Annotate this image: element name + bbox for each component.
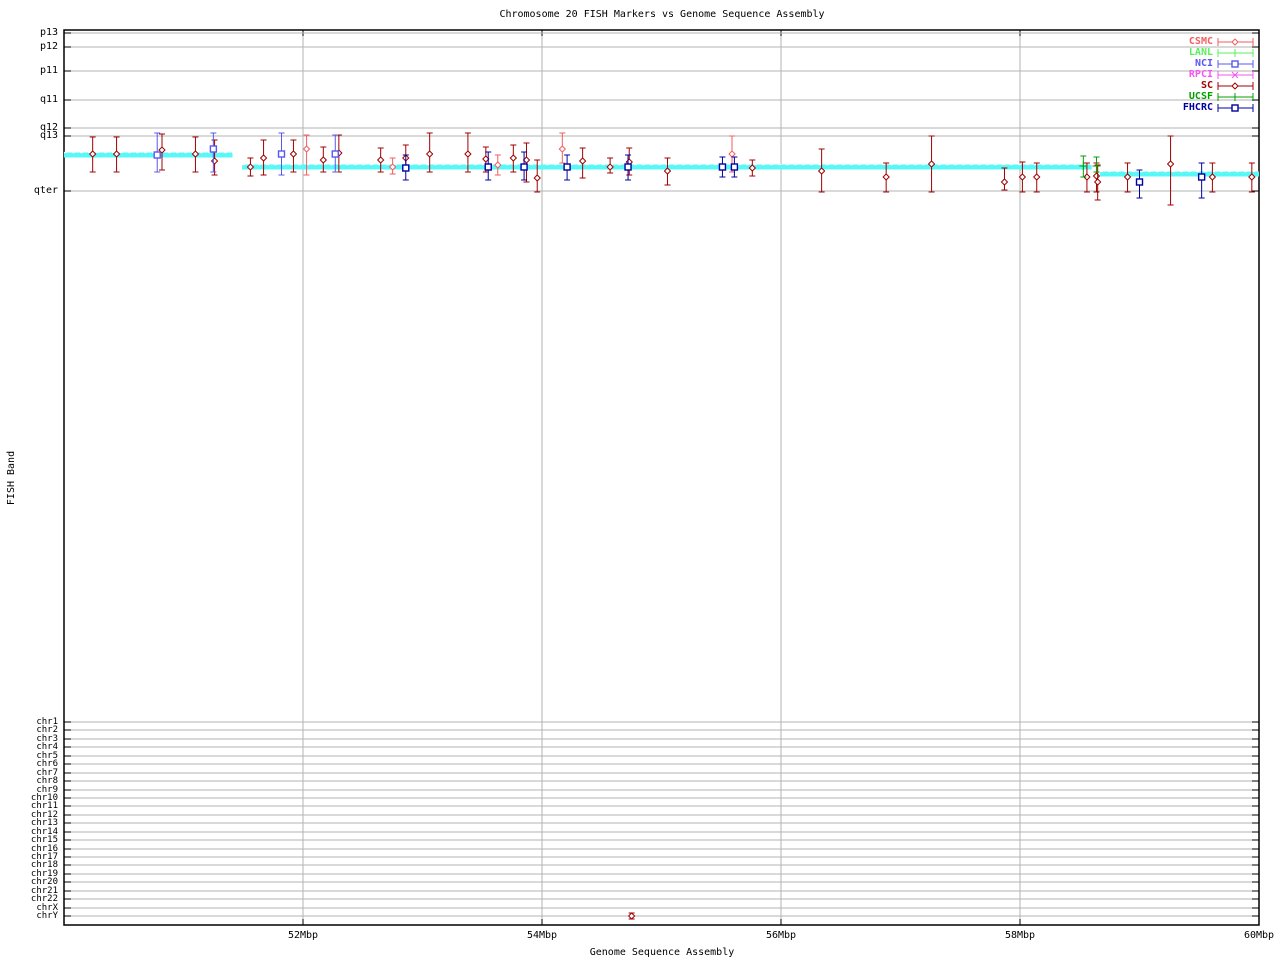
- diamond-marker-icon: [465, 151, 471, 157]
- x-tick-label: 54Mbp: [512, 931, 572, 941]
- diamond-marker-icon: [212, 158, 218, 164]
- diamond-marker-icon: [1168, 161, 1174, 167]
- square-marker-icon: [332, 151, 338, 157]
- diamond-marker-icon: [320, 157, 326, 163]
- band-label-q11: q11: [0, 95, 58, 105]
- square-marker-icon: [625, 164, 631, 170]
- square-marker-icon: [278, 151, 284, 157]
- square-marker-icon: [1137, 179, 1143, 185]
- diamond-marker-icon: [559, 146, 565, 152]
- square-marker-icon: [485, 164, 491, 170]
- diamond-marker-icon: [1095, 179, 1101, 185]
- square-marker-icon: [1232, 61, 1238, 67]
- diamond-marker-icon: [290, 151, 296, 157]
- legend-label-lanl: LANL: [1123, 48, 1213, 58]
- square-marker-icon: [210, 146, 216, 152]
- diamond-marker-icon: [1232, 39, 1238, 45]
- diamond-marker-icon: [304, 146, 310, 152]
- diamond-marker-icon: [729, 151, 735, 157]
- band-label-p13: p13: [0, 28, 58, 38]
- diamond-marker-icon: [629, 913, 635, 919]
- x-tick-label: 56Mbp: [751, 931, 811, 941]
- x-tick-label: 52Mbp: [273, 931, 333, 941]
- y-axis-title: FISH Band: [7, 451, 17, 505]
- band-label-p12: p12: [0, 42, 58, 52]
- legend-label-nci: NCI: [1123, 59, 1213, 69]
- plot-area: [0, 0, 1280, 960]
- x-tick-label: 60Mbp: [1229, 931, 1280, 941]
- legend-label-sc: SC: [1123, 81, 1213, 91]
- square-marker-icon: [1232, 105, 1238, 111]
- diamond-marker-icon: [1093, 173, 1099, 179]
- x-tick-label: 58Mbp: [990, 931, 1050, 941]
- square-marker-icon: [521, 164, 527, 170]
- band-label-q13: q13: [0, 131, 58, 141]
- diamond-marker-icon: [378, 157, 384, 163]
- diamond-marker-icon: [1232, 83, 1238, 89]
- diamond-marker-icon: [261, 155, 267, 161]
- diamond-marker-icon: [1034, 174, 1040, 180]
- chart-title: Chromosome 20 FISH Markers vs Genome Seq…: [262, 10, 1062, 20]
- diamond-marker-icon: [883, 174, 889, 180]
- band-label-p11: p11: [0, 66, 58, 76]
- diamond-marker-icon: [580, 158, 586, 164]
- plus-marker-icon: [1231, 49, 1239, 57]
- band-label-qter: qter: [0, 186, 58, 196]
- legend-label-fhcrc: FHCRC: [1123, 103, 1213, 113]
- square-marker-icon: [1199, 174, 1205, 180]
- diamond-marker-icon: [1001, 179, 1007, 185]
- square-marker-icon: [154, 152, 160, 158]
- square-marker-icon: [719, 164, 725, 170]
- square-marker-icon: [731, 164, 737, 170]
- legend-label-ucsf: UCSF: [1123, 92, 1213, 102]
- diamond-marker-icon: [427, 151, 433, 157]
- x-axis-title: Genome Sequence Assembly: [262, 948, 1062, 958]
- legend-label-csmc: CSMC: [1123, 37, 1213, 47]
- chart-canvas: Chromosome 20 FISH Markers vs Genome Seq…: [0, 0, 1280, 960]
- chrom-label-chrY: chrY: [0, 912, 58, 921]
- diamond-marker-icon: [534, 175, 540, 181]
- diamond-marker-icon: [510, 155, 516, 161]
- legend-label-rpci: RPCI: [1123, 70, 1213, 80]
- square-marker-icon: [564, 164, 570, 170]
- square-marker-icon: [403, 165, 409, 171]
